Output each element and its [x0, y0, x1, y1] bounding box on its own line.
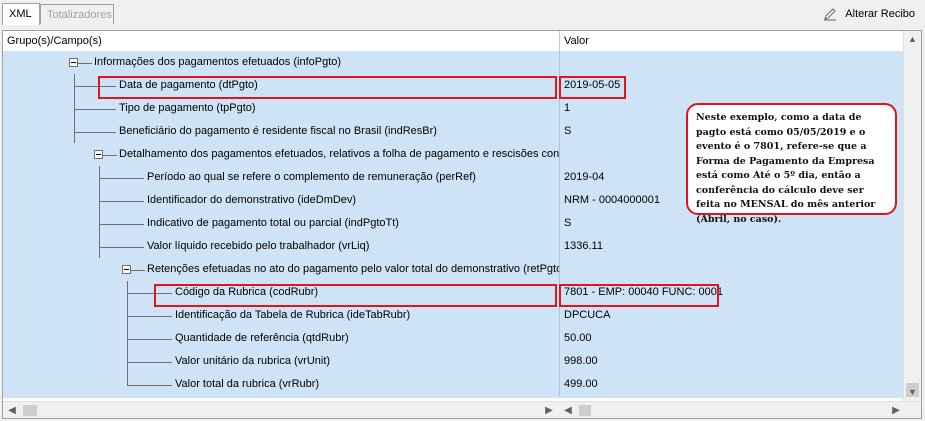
- field-name-cell: Data de pagamento (dtPgto): [3, 74, 560, 97]
- column-header-campos[interactable]: Grupo(s)/Campo(s): [3, 31, 560, 51]
- tree-connector: [74, 109, 116, 110]
- field-label: Identificador do demonstrativo (ideDmDev…: [147, 194, 357, 206]
- field-label: Data de pagamento (dtPgto): [119, 79, 258, 91]
- tree-connector: [131, 270, 145, 271]
- tree-connector: [74, 97, 75, 120]
- field-label: Informações dos pagamentos efetuados (in…: [94, 56, 342, 68]
- field-label: Retenções efetuadas no ato do pagamento …: [147, 263, 560, 275]
- tree-connector: [74, 132, 116, 133]
- field-value: [560, 51, 905, 74]
- tree-connector: [99, 178, 144, 179]
- alterar-recibo-label: Alterar Recibo: [845, 8, 915, 20]
- xml-tree-grid: Grupo(s)/Campo(s) Valor Informações dos …: [2, 30, 922, 419]
- pencil-icon: [823, 7, 837, 21]
- scroll-down-icon[interactable]: ▼: [904, 384, 921, 401]
- tree-connector: [99, 212, 100, 235]
- horizontal-scrollbars: ◀ ▶ ◀ ▶: [3, 401, 921, 418]
- tree-connector: [99, 235, 100, 258]
- collapse-icon[interactable]: [122, 265, 131, 274]
- column-header-valor[interactable]: Valor: [560, 31, 905, 51]
- tree-connector: [127, 293, 172, 294]
- scroll-up-icon[interactable]: ▲: [904, 31, 921, 48]
- tree-connector: [78, 63, 92, 64]
- field-label: Valor líquido recebido pelo trabalhador …: [147, 240, 370, 252]
- tree-row[interactable]: Valor unitário da rubrica (vrUnit) 998.00: [3, 350, 905, 373]
- field-label: Período ao qual se refere o complemento …: [147, 171, 476, 183]
- tree-connector: [99, 189, 100, 212]
- tree-connector: [127, 385, 172, 386]
- tree-row[interactable]: Data de pagamento (dtPgto) 2019-05-05: [3, 74, 905, 97]
- field-label: Tipo de pagamento (tpPgto): [119, 102, 256, 114]
- field-label: Beneficiário do pagamento é residente fi…: [119, 125, 437, 137]
- field-value: 50.00: [564, 332, 592, 344]
- tree-connector: [127, 327, 128, 350]
- tree-connector: [74, 74, 75, 97]
- tree-connector: [127, 362, 172, 363]
- field-value: DPCUCA: [564, 309, 611, 321]
- tab-totalizadores[interactable]: Totalizadores: [40, 4, 114, 24]
- scroll-left-icon[interactable]: ◀: [5, 402, 19, 418]
- field-value: [560, 258, 905, 281]
- field-label: Indicativo de pagamento total ou parcial…: [147, 217, 399, 229]
- scroll-left-icon-2[interactable]: ◀: [561, 402, 575, 418]
- field-name-cell: Detalhamento dos pagamentos efetuados, r…: [3, 143, 560, 166]
- tree-connector: [103, 155, 117, 156]
- field-label: Código da Rubrica (codRubr): [175, 286, 319, 298]
- vertical-scrollbar[interactable]: ▲ ▼: [903, 31, 921, 401]
- scroll-right-icon[interactable]: ▶: [542, 402, 556, 418]
- tree-connector: [127, 339, 172, 340]
- field-value: 499.00: [564, 378, 598, 390]
- grid-header: Grupo(s)/Campo(s) Valor: [3, 31, 905, 52]
- field-name-cell: Valor total da rubrica (vrRubr): [3, 373, 560, 396]
- field-value: 2019-05-05: [564, 79, 621, 91]
- hscroll-thumb-right[interactable]: [579, 405, 591, 416]
- tree-connector: [99, 247, 144, 248]
- field-label: Valor total da rubrica (vrRubr): [175, 378, 320, 390]
- field-name-cell: Código da Rubrica (codRubr): [3, 281, 560, 304]
- tree-row[interactable]: Quantidade de referência (qtdRubr) 50.00: [3, 327, 905, 350]
- field-name-cell: Indicativo de pagamento total ou parcial…: [3, 212, 560, 235]
- tab-xml[interactable]: XML: [2, 3, 40, 25]
- hscroll-thumb-left[interactable]: [23, 405, 37, 416]
- tree-connector: [127, 304, 128, 327]
- field-value: 1336.11: [564, 240, 603, 252]
- field-value: 998.00: [564, 355, 598, 367]
- scroll-right-icon-2[interactable]: ▶: [889, 402, 903, 418]
- tree-connector: [127, 350, 128, 373]
- tree-connector: [127, 373, 128, 385]
- tab-bar: XML Totalizadores Alterar Recibo: [0, 0, 925, 28]
- field-name-cell: Informações dos pagamentos efetuados (in…: [3, 51, 560, 74]
- tree-connector: [74, 120, 75, 143]
- tree-connector: [99, 224, 144, 225]
- tree-row[interactable]: Código da Rubrica (codRubr) 7801 - EMP: 0…: [3, 281, 905, 304]
- tree-connector: [99, 166, 100, 189]
- field-value: 7801 - EMP: 00040 FUNC: 0001: [564, 286, 723, 298]
- tree-row[interactable]: Valor total da rubrica (vrRubr) 499.00: [3, 373, 905, 396]
- field-name-cell: Identificador do demonstrativo (ideDmDev…: [3, 189, 560, 212]
- field-label: Detalhamento dos pagamentos efetuados, r…: [119, 148, 560, 160]
- annotation-callout: Neste exemplo, como a data de pagto está…: [686, 103, 897, 225]
- field-name-cell: Valor unitário da rubrica (vrUnit): [3, 350, 560, 373]
- alterar-recibo-button[interactable]: Alterar Recibo: [823, 5, 915, 23]
- tree-connector: [127, 281, 128, 304]
- field-name-cell: Beneficiário do pagamento é residente fi…: [3, 120, 560, 143]
- collapse-icon[interactable]: [69, 58, 78, 67]
- field-label: Valor unitário da rubrica (vrUnit): [175, 355, 331, 367]
- field-label: Quantidade de referência (qtdRubr): [175, 332, 349, 344]
- field-name-cell: Retenções efetuadas no ato do pagamento …: [3, 258, 560, 281]
- field-name-cell: Quantidade de referência (qtdRubr): [3, 327, 560, 350]
- tree-connector: [99, 201, 144, 202]
- tree-connector: [127, 316, 172, 317]
- tree-row[interactable]: Retenções efetuadas no ato do pagamento …: [3, 258, 905, 281]
- tree-row[interactable]: Informações dos pagamentos efetuados (in…: [3, 51, 905, 74]
- field-name-cell: Valor líquido recebido pelo trabalhador …: [3, 235, 560, 258]
- tree-connector: [74, 86, 116, 87]
- collapse-icon[interactable]: [94, 150, 103, 159]
- field-name-cell: Período ao qual se refere o complemento …: [3, 166, 560, 189]
- tree-row[interactable]: Valor líquido recebido pelo trabalhador …: [3, 235, 905, 258]
- field-name-cell: Identificação da Tabela de Rubrica (ideT…: [3, 304, 560, 327]
- tree-row[interactable]: Identificação da Tabela de Rubrica (ideT…: [3, 304, 905, 327]
- field-name-cell: Tipo de pagamento (tpPgto): [3, 97, 560, 120]
- field-label: Identificação da Tabela de Rubrica (ideT…: [175, 309, 411, 321]
